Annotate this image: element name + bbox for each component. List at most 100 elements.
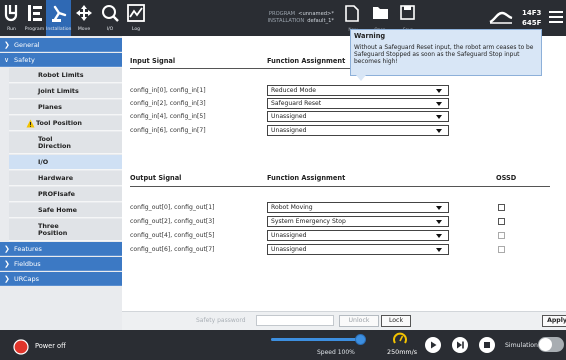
sidebar-item-joint-limits[interactable]: Joint Limits — [9, 84, 122, 99]
safety-password-label: Safety password — [196, 317, 246, 324]
ossd-checkbox[interactable] — [498, 218, 505, 225]
sidebar-item-three-position[interactable]: Three Position — [9, 219, 122, 241]
apply-button[interactable]: Apply — [542, 315, 566, 327]
robot-id-line2: 645F — [522, 19, 542, 27]
sidebar-category-fieldbus[interactable]: ❯ Fieldbus — [0, 257, 122, 271]
output-signal-header: Output Signal — [130, 174, 182, 182]
input-function-select[interactable]: Unassigned — [267, 125, 449, 136]
select-value: Robot Moving — [271, 204, 313, 211]
io-icon — [102, 5, 119, 22]
power-off-label: Power off — [35, 342, 66, 350]
dropdown-arrow-icon — [436, 129, 442, 133]
play-icon — [431, 341, 437, 349]
sidebar-category-features[interactable]: ❯ Features — [0, 242, 122, 256]
sidebar-item-profisafe[interactable]: PROFIsafe — [9, 187, 122, 202]
sidebar-category-urcaps[interactable]: ❯ URCaps — [0, 272, 122, 286]
ossd-checkbox[interactable] — [498, 246, 505, 253]
log-icon — [127, 4, 145, 22]
dropdown-arrow-icon — [436, 89, 442, 93]
new-button[interactable]: New — [345, 5, 359, 32]
sidebar-category-general[interactable]: ❯ General — [0, 38, 122, 52]
chevron-right-icon: ❯ — [4, 275, 10, 283]
warning-message: Without a Safeguard Reset input, the rob… — [354, 45, 534, 65]
play-button[interactable] — [425, 337, 441, 353]
output-function-select[interactable]: Unassigned — [267, 230, 449, 241]
nav-log-label: Log — [131, 27, 141, 32]
speedometer-icon — [393, 332, 407, 344]
safety-password-bar: Safety password Unlock Lock Apply — [122, 311, 566, 330]
dropdown-arrow-icon — [436, 248, 442, 252]
speed-slider-fill — [271, 338, 361, 341]
simulation-label: Simulation — [505, 342, 538, 349]
select-value: Reduced Mode — [271, 87, 316, 94]
speed-slider[interactable] — [271, 334, 366, 345]
output-function-header: Function Assignment — [267, 174, 346, 182]
installation-icon — [51, 5, 66, 22]
ossd-checkbox[interactable] — [498, 232, 505, 239]
output-signal-label: config_out[6], config_out[7] — [130, 246, 215, 253]
hamburger-menu-icon[interactable] — [548, 9, 564, 25]
lock-button[interactable]: Lock — [381, 315, 411, 327]
nav-run[interactable]: Run — [0, 0, 23, 36]
select-value: Unassigned — [271, 113, 307, 120]
nav-installation[interactable]: Installation — [46, 0, 71, 36]
program-name: <unnamed>* — [298, 11, 334, 17]
dropdown-arrow-icon — [436, 102, 442, 106]
sidebar-category-label: URCaps — [14, 275, 39, 283]
open-button[interactable]: Open — [372, 5, 389, 32]
installation-key: INSTALLATION — [267, 18, 305, 24]
unlock-button[interactable]: Unlock — [339, 315, 379, 327]
sidebar-category-label: General — [14, 41, 40, 49]
sidebar-item-safe-home[interactable]: Safe Home — [9, 203, 122, 218]
sidebar-item-tool-position[interactable]: Tool Position — [9, 116, 122, 131]
output-header-divider — [130, 186, 550, 187]
ossd-checkbox[interactable] — [498, 204, 505, 211]
chevron-right-icon: ❯ — [4, 41, 10, 49]
power-off-icon[interactable] — [13, 339, 29, 355]
sidebar-item-tool-direction[interactable]: Tool Direction — [9, 132, 122, 154]
sidebar-item-label: Joint Limits — [38, 87, 79, 95]
robot-id: 14F3 645F — [522, 8, 541, 28]
nav-program[interactable]: Program — [23, 0, 46, 36]
input-function-select[interactable]: Reduced Mode — [267, 85, 449, 96]
sidebar-item-planes[interactable]: Planes — [9, 100, 122, 115]
new-file-icon — [345, 5, 359, 22]
sidebar-category-label: Fieldbus — [14, 260, 41, 268]
output-function-select[interactable]: Robot Moving — [267, 202, 449, 213]
program-info: PROGRAM <unnamed>* INSTALLATION default_1* — [224, 11, 334, 25]
robot-id-line1: 14F3 — [522, 9, 542, 17]
folder-icon — [373, 7, 388, 19]
nav-io[interactable]: I/O — [98, 0, 122, 36]
select-value: Unassigned — [271, 246, 307, 253]
speed-slider-handle[interactable] — [355, 334, 366, 345]
bottom-bar: Power off Speed 100% 250mm/s Simulation — [0, 330, 566, 360]
sidebar-category-safety[interactable]: ∨ Safety — [0, 53, 122, 67]
nav-log[interactable]: Log — [124, 0, 148, 36]
io-panel: Input Signal Function Assignment config_… — [122, 36, 566, 330]
step-button[interactable] — [452, 337, 468, 353]
select-value: System Emergency Stop — [271, 218, 346, 225]
select-value: Unassigned — [271, 232, 307, 239]
dropdown-arrow-icon — [436, 234, 442, 238]
input-signal-label: config_in[2], config_in[3] — [130, 100, 206, 107]
simulation-toggle[interactable] — [538, 337, 564, 352]
move-icon — [76, 5, 92, 21]
output-function-select[interactable]: System Emergency Stop — [267, 216, 449, 227]
dropdown-arrow-icon — [436, 115, 442, 119]
sidebar-item-label: Tool Position — [36, 119, 82, 127]
sidebar-item-robot-limits[interactable]: Robot Limits — [9, 68, 122, 83]
safety-password-input[interactable] — [256, 315, 334, 326]
output-function-select[interactable]: Unassigned — [267, 244, 449, 255]
nav-move[interactable]: Move — [73, 0, 95, 36]
input-signal-label: config_in[4], config_in[5] — [130, 113, 206, 120]
stop-button[interactable] — [479, 337, 495, 353]
input-function-select[interactable]: Unassigned — [267, 111, 449, 122]
sidebar-item-hardware[interactable]: Hardware — [9, 171, 122, 186]
dropdown-arrow-icon — [436, 220, 442, 224]
sidebar-item-label: Three Position — [38, 221, 68, 237]
speed-label: Speed 100% — [317, 349, 355, 356]
save-button[interactable]: Save — [400, 5, 415, 32]
input-function-select[interactable]: Safeguard Reset — [267, 98, 449, 109]
sidebar-item-io[interactable]: I/O — [9, 155, 122, 170]
select-value: Safeguard Reset — [271, 100, 322, 107]
